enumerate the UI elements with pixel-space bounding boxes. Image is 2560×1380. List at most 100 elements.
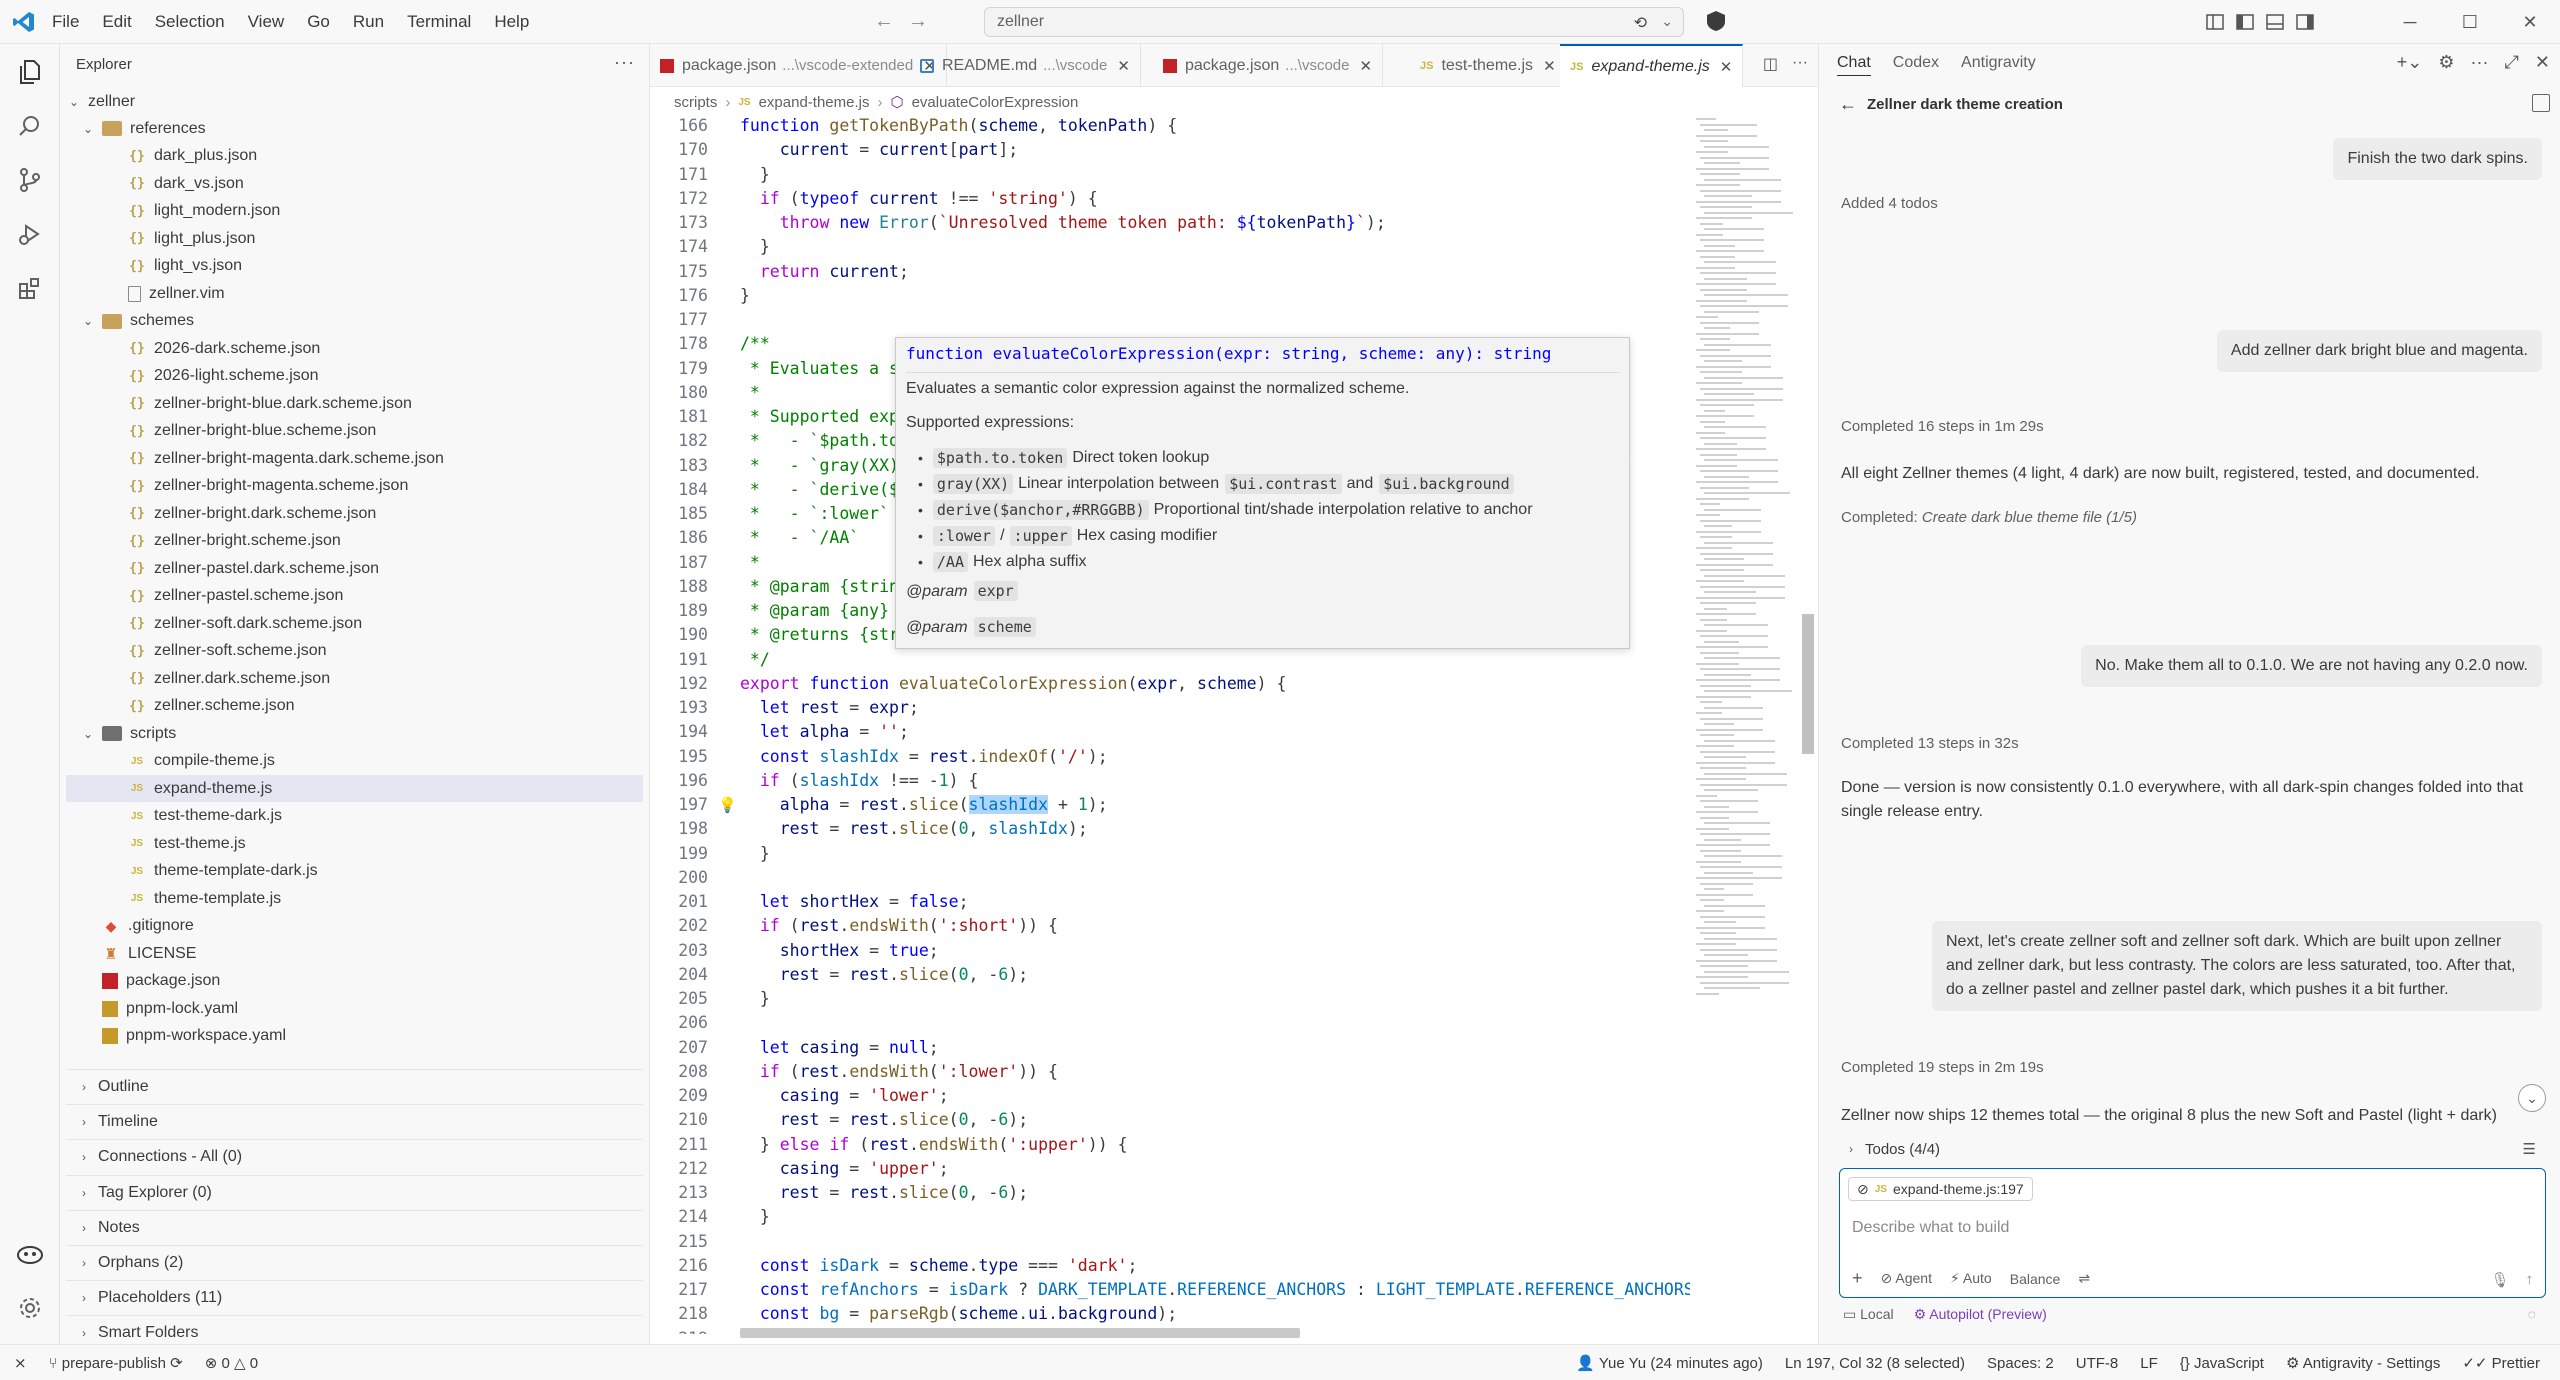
editor-tab[interactable]: package.json ...\vscode ✕ — [1153, 44, 1384, 87]
minimap[interactable] — [1690, 114, 1800, 1014]
tree-file[interactable]: zellner.vim — [66, 280, 643, 307]
tree-file[interactable]: {} zellner.dark.scheme.json — [66, 665, 643, 692]
horizontal-scrollbar[interactable] — [740, 1328, 1300, 1338]
branch-indicator[interactable]: ⑂ prepare-publish ⟳ — [49, 1354, 183, 1372]
more-actions-icon[interactable]: ··· — [2471, 52, 2489, 73]
tree-file[interactable]: {} dark_plus.json — [66, 143, 643, 170]
split-editor-icon[interactable]: ◫ — [1763, 54, 1778, 74]
close-tab-icon[interactable]: ✕ — [1543, 57, 1556, 75]
tree-file[interactable]: JS test-theme.js — [66, 830, 643, 857]
encoding[interactable]: UTF-8 — [2076, 1355, 2119, 1372]
section-placeholders-11[interactable]: › Placeholders (11) — [66, 1280, 643, 1315]
section-notes[interactable]: › Notes — [66, 1209, 643, 1245]
antigravity-settings[interactable]: ⚙ Antigravity - Settings — [2286, 1354, 2440, 1372]
tree-file[interactable]: {} 2026-light.scheme.json — [66, 363, 643, 390]
gear-icon[interactable] — [14, 1292, 46, 1324]
tree-file[interactable]: {} light_vs.json — [66, 253, 643, 280]
tree-file[interactable]: {} zellner-bright.dark.scheme.json — [66, 500, 643, 527]
maximize-panel-icon[interactable]: ⤢ — [2505, 52, 2519, 73]
tree-file[interactable]: {} zellner-soft.dark.scheme.json — [66, 610, 643, 637]
close-tab-icon[interactable]: ✕ — [1720, 58, 1733, 76]
command-center-search[interactable]: zellner ⟲ ⌄ — [984, 7, 1684, 37]
editor-tab[interactable]: JS test-theme.js ✕ — [1410, 44, 1567, 87]
tree-folder[interactable]: ⌄ schemes — [66, 308, 643, 335]
tree-file[interactable]: JS theme-template-dark.js — [66, 858, 643, 885]
shield-icon[interactable] — [1705, 10, 1727, 32]
copilot-icon[interactable]: ⟲ — [1634, 13, 1647, 33]
auto-model-button[interactable]: ⚡ Auto — [1950, 1270, 1992, 1287]
breadcrumb-symbol[interactable]: evaluateColorExpression — [912, 94, 1079, 111]
chat-meta[interactable]: Completed 16 steps in 1m 29s — [1841, 418, 2044, 435]
menu-item-selection[interactable]: Selection — [155, 12, 225, 32]
new-chat-icon[interactable]: +⌄ — [2397, 52, 2423, 73]
tree-file[interactable]: {} zellner-soft.scheme.json — [66, 638, 643, 665]
extensions-icon[interactable] — [14, 272, 46, 304]
menu-item-view[interactable]: View — [248, 12, 285, 32]
tree-file[interactable]: JS theme-template.js — [66, 885, 643, 912]
add-context-icon[interactable]: + — [1852, 1268, 1863, 1289]
breadcrumb-folder[interactable]: scripts — [674, 94, 717, 111]
chat-input-placeholder[interactable]: Describe what to build — [1852, 1219, 2009, 1237]
more-actions-icon[interactable]: ··· — [1792, 54, 1808, 74]
section-orphans-2[interactable]: › Orphans (2) — [66, 1245, 643, 1280]
tree-file[interactable]: {} zellner-pastel.dark.scheme.json — [66, 555, 643, 582]
tree-file[interactable]: {} zellner-bright-magenta.dark.scheme.jso… — [66, 445, 643, 472]
session-panel-icon[interactable] — [2532, 94, 2550, 112]
balance-button[interactable]: Balance — [2010, 1271, 2061, 1287]
tree-file[interactable]: JS expand-theme.js — [66, 775, 643, 802]
source-control-icon[interactable] — [14, 164, 46, 196]
indentation[interactable]: Spaces: 2 — [1987, 1355, 2054, 1372]
microphone-icon[interactable]: 🎙 — [2490, 1271, 2509, 1289]
local-button[interactable]: ▭ Local — [1843, 1306, 1894, 1323]
cursor-position[interactable]: Ln 197, Col 32 (8 selected) — [1785, 1355, 1965, 1372]
more-actions-icon[interactable]: ··· — [614, 52, 635, 73]
editor-tab[interactable]: JS expand-theme.js ✕ — [1560, 44, 1744, 87]
editor-tab[interactable]: README.md ...\vscode ✕ — [910, 44, 1141, 87]
tree-file[interactable]: ♜ LICENSE — [66, 940, 643, 967]
close-window-icon[interactable]: ✕ — [2500, 0, 2560, 44]
toggle-sidebar-icon[interactable] — [2230, 0, 2260, 44]
send-icon[interactable]: ↑ — [2526, 1271, 2534, 1289]
chat-meta[interactable]: Completed 19 steps in 2m 19s — [1841, 1059, 2044, 1076]
section-connections-all-0[interactable]: › Connections - All (0) — [66, 1139, 643, 1174]
menu-item-run[interactable]: Run — [353, 12, 384, 32]
tree-file[interactable]: {} zellner.scheme.json — [66, 693, 643, 720]
language-mode[interactable]: {} JavaScript — [2180, 1355, 2264, 1372]
tree-file[interactable]: package.json — [66, 968, 643, 995]
section-tag-explorer-0[interactable]: › Tag Explorer (0) — [66, 1174, 643, 1210]
tree-file[interactable]: {} zellner-pastel.scheme.json — [66, 583, 643, 610]
close-panel-icon[interactable]: ✕ — [2535, 52, 2550, 73]
tree-file[interactable]: {} zellner-bright-blue.dark.scheme.json — [66, 390, 643, 417]
tools-icon[interactable]: ⇌ — [2078, 1270, 2090, 1287]
vertical-scrollbar[interactable] — [1800, 114, 1814, 1344]
menu-item-edit[interactable]: Edit — [102, 12, 131, 32]
accounts-icon[interactable] — [14, 1238, 46, 1270]
chat-input-box[interactable]: ⊘ JS expand-theme.js:197 Describe what t… — [1839, 1168, 2546, 1298]
tree-file[interactable]: JS compile-theme.js — [66, 748, 643, 775]
tree-folder[interactable]: ⌄ scripts — [66, 720, 643, 747]
chevron-down-icon[interactable]: ⌄ — [1661, 13, 1673, 30]
context-chip[interactable]: ⊘ JS expand-theme.js:197 — [1848, 1177, 2033, 1201]
tree-folder[interactable]: ⌄ references — [66, 115, 643, 142]
tab-antigravity[interactable]: Antigravity — [1961, 54, 2036, 76]
problems-indicator[interactable]: ⊗ 0 △ 0 — [205, 1354, 258, 1372]
tree-file[interactable]: {} zellner-bright.scheme.json — [66, 528, 643, 555]
clear-todos-icon[interactable]: ☰ — [2523, 1140, 2536, 1158]
minimize-icon[interactable]: ─ — [2380, 0, 2440, 44]
git-blame[interactable]: 👤 Yue Yu (24 minutes ago) — [1576, 1354, 1763, 1372]
code-editor[interactable]: 166 function getTokenByPath(scheme, token… — [650, 114, 1690, 1334]
menu-item-terminal[interactable]: Terminal — [407, 12, 471, 32]
tree-file[interactable]: {} light_modern.json — [66, 198, 643, 225]
tab-chat[interactable]: Chat — [1837, 54, 1871, 76]
todos-toggle[interactable]: › Todos (4/4) ☰ — [1839, 1134, 2546, 1164]
scrollbar-thumb[interactable] — [1802, 614, 1814, 754]
tree-file[interactable]: {} 2026-dark.scheme.json — [66, 335, 643, 362]
tree-file[interactable]: pnpm-workspace.yaml — [66, 1023, 643, 1050]
explorer-icon[interactable] — [14, 56, 46, 88]
scroll-down-button[interactable]: ⌄ — [2518, 1084, 2546, 1112]
search-icon[interactable] — [14, 110, 46, 142]
end-of-line[interactable]: LF — [2140, 1355, 2158, 1372]
maximize-icon[interactable]: ☐ — [2440, 0, 2500, 44]
tree-file[interactable]: {} dark_vs.json — [66, 170, 643, 197]
layout-toggle-icon[interactable] — [2200, 0, 2230, 44]
